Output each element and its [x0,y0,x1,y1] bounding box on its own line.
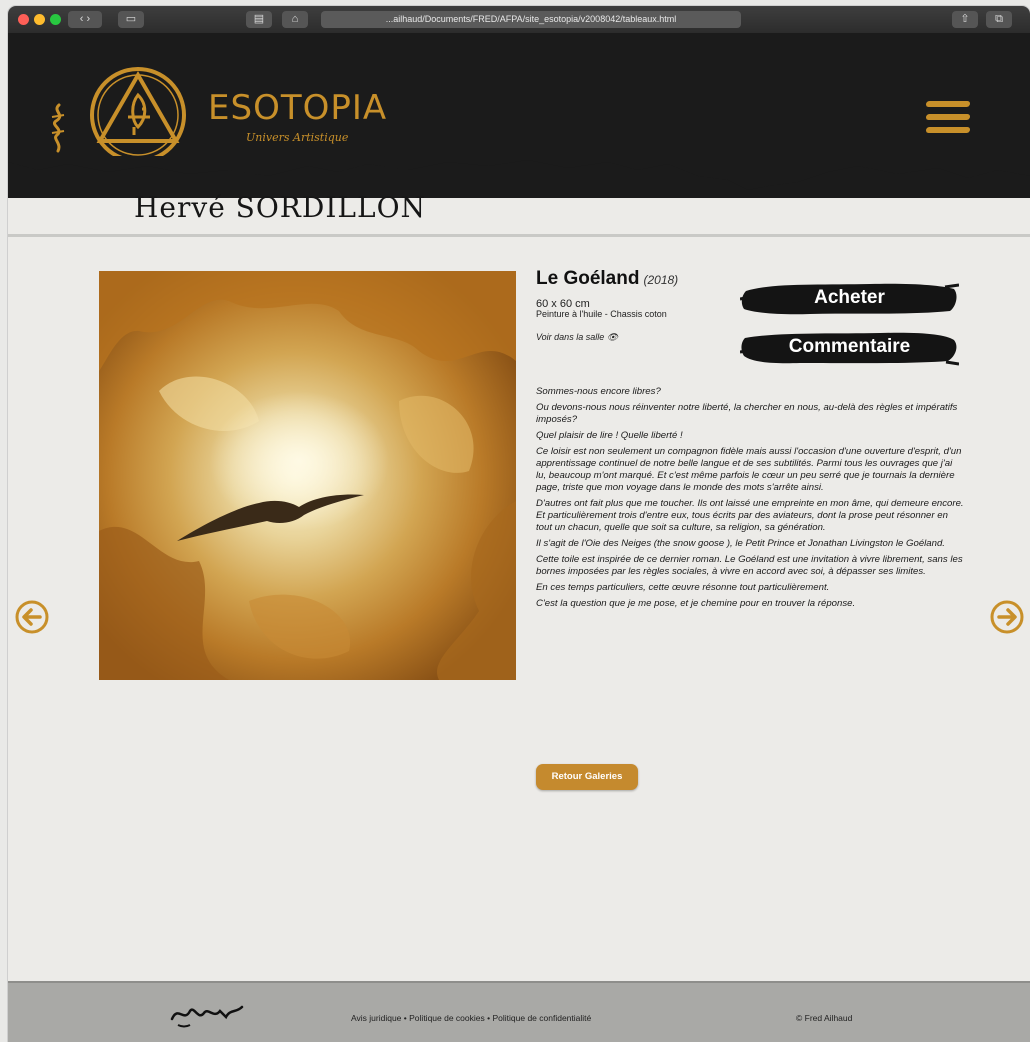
artwork-title: Le Goéland [536,268,640,289]
close-window-button[interactable] [18,14,29,25]
comment-button[interactable]: Commentaire [740,328,959,366]
footer-separator: • [403,1013,407,1023]
cookie-policy-link[interactable]: Politique de cookies [409,1013,485,1023]
esotopia-logo-icon[interactable] [88,65,188,165]
minimize-window-button[interactable] [34,14,45,25]
copyright-text: © Fred Ailhaud [796,1013,853,1023]
previous-artwork-arrow-icon[interactable] [14,599,50,635]
buy-button-label: Acheter [814,287,885,308]
view-in-room-link[interactable]: Voir dans la salle 👁 [536,332,618,343]
tab-overview-icon[interactable]: ▤ [246,11,272,28]
comment-button-label: Commentaire [788,336,911,357]
description-paragraph: C'est la question que je me pose, et je … [536,598,856,609]
share-icon[interactable]: ⇧ [952,11,978,28]
brand-tagline: Univers Artistique [246,131,349,144]
next-artwork-arrow-icon[interactable] [989,599,1025,635]
description-paragraph: Ce loisir est non seulement un compagnon… [536,446,962,493]
buy-button[interactable]: Acheter [740,279,959,317]
description-paragraph: Sommes-nous encore libres? [536,386,661,397]
browser-window: ‹ › ▭ ▤ ⌂ ...ailhaud/Documents/FRED/AFPA… [8,6,1030,1042]
browser-titlebar: ‹ › ▭ ▤ ⌂ ...ailhaud/Documents/FRED/AFPA… [8,6,1030,33]
artwork-medium: Peinture à l'huile - Chassis coton [536,309,667,319]
privacy-policy-link[interactable]: Politique de confidentialité [492,1013,591,1023]
address-bar[interactable]: ...ailhaud/Documents/FRED/AFPA/site_esot… [321,11,741,28]
description-paragraph: D'autres ont fait plus que me toucher. I… [536,498,964,533]
back-forward-buttons[interactable]: ‹ › [68,11,102,28]
description-paragraph: Il s'agit de l'Oie des Neiges (the snow … [536,538,945,549]
description-paragraph: En ces temps particuliers, cette œuvre r… [536,582,830,593]
legal-notice-link[interactable]: Avis juridique [351,1013,401,1023]
site-footer: Avis juridique • Politique de cookies • … [8,981,1030,1042]
header-divider [8,234,1030,237]
artwork-year: (2018) [643,273,679,287]
signature-logo-icon [51,103,65,153]
zoom-window-button[interactable] [50,14,61,25]
signature-logo-icon [170,1005,244,1028]
artwork-title-row: Le Goéland (2018) [536,268,678,290]
description-paragraph: Ou devons-nous nous réinventer notre lib… [536,402,958,425]
footer-separator: • [487,1013,491,1023]
hamburger-menu-icon[interactable] [925,101,971,137]
description-paragraph: Cette toile est inspirée de ce dernier r… [536,554,963,577]
artist-name: Hervé SORDILLON [134,191,427,224]
artwork-description: Sommes-nous encore libres? Ou devons-nou… [536,386,964,614]
footer-links: Avis juridique • Politique de cookies • … [351,1013,591,1023]
artwork-image[interactable] [99,271,516,680]
home-icon[interactable]: ⌂ [282,11,308,28]
new-tab-icon[interactable]: ⧉ [986,11,1012,28]
description-paragraph: Quel plaisir de lire ! Quelle liberté ! [536,430,683,441]
back-to-galleries-button[interactable]: Retour Galeries [536,764,638,790]
sidebar-toggle-icon[interactable]: ▭ [118,11,144,28]
brand-name: ESOTOPIA [208,88,388,128]
